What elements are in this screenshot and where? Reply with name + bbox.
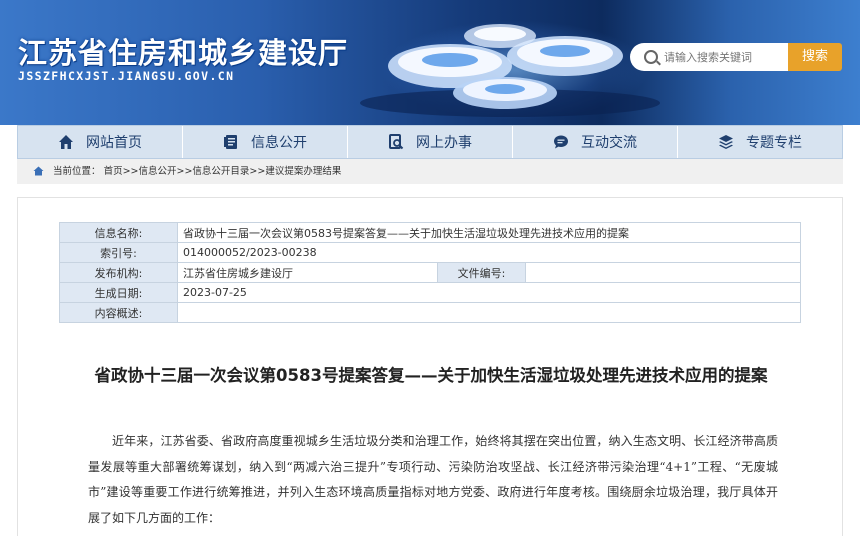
article-paragraph: 近年来，江苏省委、省政府高度重视城乡生活垃圾分类和治理工作，始终将其摆在突出位置… [88, 434, 778, 525]
table-row: 生成日期: 2023-07-25 [59, 282, 801, 303]
summary-label: 内容概述: [59, 302, 178, 323]
date-label: 生成日期: [59, 282, 178, 303]
nav-item-label: 互动交流 [581, 135, 637, 151]
header-banner: 江苏省住房和城乡建设厅 JSSZFHCXJST.JIANGSU.GOV.CN 搜… [0, 0, 860, 125]
index-value: 014000052/2023-00238 [177, 242, 801, 263]
table-row: 索引号: 014000052/2023-00238 [59, 242, 801, 263]
nav-item-label: 网站首页 [86, 135, 142, 151]
search-box[interactable] [630, 43, 788, 71]
summary-value [177, 302, 801, 323]
breadcrumb: 当前位置： 首页>>信息公开>>信息公开目录>>建议提案办理结果 [17, 159, 843, 184]
home-icon [59, 135, 73, 149]
info-table: 信息名称: 省政协十三届一次会议第0583号提案答复——关于加快生活湿垃圾处理先… [59, 222, 801, 323]
docno-label: 文件编号: [437, 262, 526, 283]
content-panel: 信息名称: 省政协十三届一次会议第0583号提案答复——关于加快生活湿垃圾处理先… [17, 197, 843, 536]
layers-icon [719, 135, 733, 149]
index-label: 索引号: [59, 242, 178, 263]
docno-value [525, 262, 801, 283]
search-doc-icon [389, 134, 404, 150]
site-title: 江苏省住房和城乡建设厅 [18, 36, 349, 70]
breadcrumb-prefix: 当前位置： [53, 166, 101, 177]
info-name-label: 信息名称: [59, 222, 178, 243]
nav-item-info[interactable]: 信息公开 [183, 126, 348, 158]
site-domain: JSSZFHCXJST.JIANGSU.GOV.CN [18, 69, 235, 83]
nav-item-label: 网上办事 [416, 135, 472, 151]
search-input[interactable] [664, 48, 784, 66]
date-value: 2023-07-25 [177, 282, 801, 303]
table-row: 内容概述: [59, 302, 801, 323]
nav-item-topics[interactable]: 专题专栏 [678, 126, 842, 158]
stadium-illustration [360, 24, 660, 117]
nav-item-label: 专题专栏 [746, 135, 802, 151]
home-icon [33, 166, 44, 176]
main-nav: 网站首页 信息公开 网上办事 互动交流 专题专栏 [17, 125, 843, 159]
table-row: 信息名称: 省政协十三届一次会议第0583号提案答复——关于加快生活湿垃圾处理先… [59, 222, 801, 243]
table-row: 发布机构: 江苏省住房城乡建设厅 文件编号: [59, 262, 801, 283]
nav-item-service[interactable]: 网上办事 [348, 126, 513, 158]
nav-item-home[interactable]: 网站首页 [18, 126, 183, 158]
breadcrumb-path[interactable]: 首页>>信息公开>>信息公开目录>>建议提案办理结果 [104, 166, 342, 177]
search-icon [644, 50, 658, 64]
nav-item-label: 信息公开 [251, 135, 307, 151]
chat-icon [554, 135, 568, 149]
info-name-value: 省政协十三届一次会议第0583号提案答复——关于加快生活湿垃圾处理先进技术应用的… [177, 222, 801, 243]
org-label: 发布机构: [59, 262, 178, 283]
search-bar: 搜索 [630, 43, 842, 71]
document-icon [224, 135, 237, 149]
search-button[interactable]: 搜索 [788, 43, 842, 71]
nav-item-interaction[interactable]: 互动交流 [513, 126, 678, 158]
org-value: 江苏省住房城乡建设厅 [177, 262, 438, 283]
article-title: 省政协十三届一次会议第0583号提案答复——关于加快生活湿垃圾处理先进技术应用的… [94, 366, 768, 385]
